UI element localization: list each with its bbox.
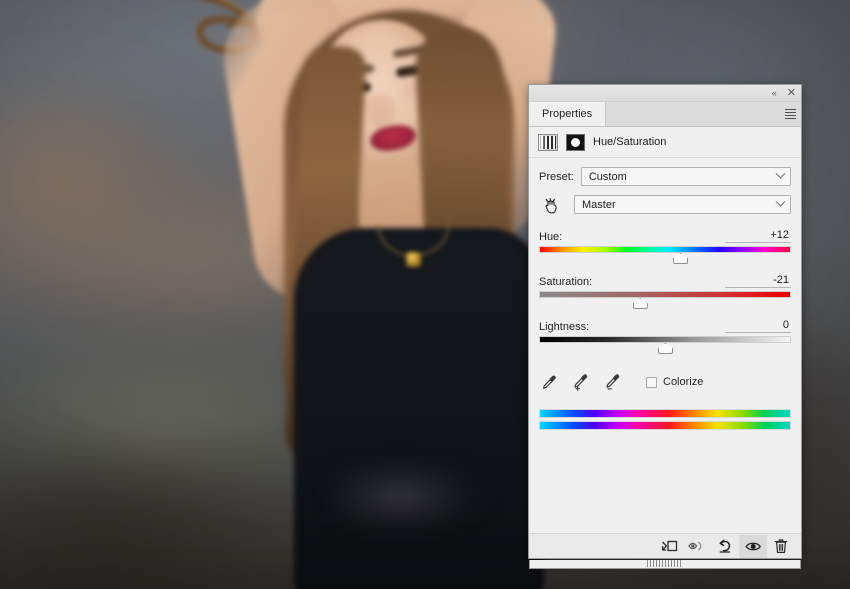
hue-slider-thumb[interactable] <box>673 253 688 264</box>
saturation-slider-group: Saturation: -21 <box>539 274 791 311</box>
lightness-slider-group: Lightness: 0 <box>539 319 791 356</box>
chevron-down-icon <box>776 168 786 178</box>
panel-titlebar[interactable]: « ✕ <box>529 85 801 102</box>
colorize-checkbox-row[interactable]: Colorize <box>646 376 703 388</box>
hue-range-bar-result[interactable] <box>539 421 791 430</box>
toggle-layer-visibility-button[interactable] <box>739 535 767 558</box>
reset-arrow-icon <box>717 539 733 554</box>
clip-to-layer-icon <box>661 539 678 554</box>
eyedropper-subtract-icon <box>604 373 623 392</box>
panel-tab-bar[interactable]: Properties <box>529 102 801 127</box>
channel-value: Master <box>582 199 616 211</box>
saturation-label: Saturation: <box>539 276 592 288</box>
on-image-adjustment-tool-button[interactable] <box>539 194 563 215</box>
channel-select[interactable]: Master <box>574 195 791 214</box>
on-image-adjustment-hand-icon <box>543 196 560 214</box>
saturation-slider-thumb[interactable] <box>633 298 648 309</box>
hamburger-menu-icon <box>785 107 796 121</box>
adjustment-title: Hue/Saturation <box>593 136 666 148</box>
hue-range-bars <box>539 409 791 430</box>
colorize-checkbox[interactable] <box>646 377 657 388</box>
clip-to-layer-button[interactable] <box>655 535 683 558</box>
colorize-label: Colorize <box>663 376 703 388</box>
eye-icon <box>745 540 762 553</box>
view-previous-state-button[interactable] <box>683 535 711 558</box>
hue-slider-group: Hue: +12 <box>539 229 791 266</box>
eyedropper-button[interactable] <box>539 372 560 392</box>
lightness-slider[interactable] <box>539 336 791 356</box>
saturation-value[interactable]: -21 <box>725 274 791 288</box>
chevron-down-icon <box>776 196 786 206</box>
saturation-gradient-track[interactable] <box>539 291 791 298</box>
lightness-slider-thumb[interactable] <box>658 343 673 354</box>
hue-gradient-track[interactable] <box>539 246 791 253</box>
hue-saturation-adjustment-icon[interactable] <box>538 134 558 151</box>
delete-adjustment-button[interactable] <box>767 535 795 558</box>
tab-properties[interactable]: Properties <box>529 102 606 126</box>
eyedropper-add-button[interactable] <box>571 372 592 392</box>
hue-value[interactable]: +12 <box>725 229 791 243</box>
panel-body: Preset: Custom Master <box>529 158 801 533</box>
view-previous-state-icon <box>688 539 707 553</box>
lightness-value[interactable]: 0 <box>725 319 791 333</box>
preset-select[interactable]: Custom <box>581 167 791 186</box>
tab-bar-filler <box>606 102 779 126</box>
properties-panel[interactable]: « ✕ Properties Hue/Saturation Preset: <box>528 84 802 559</box>
adjustment-header: Hue/Saturation <box>529 127 801 158</box>
trash-icon <box>774 538 788 554</box>
preset-label: Preset: <box>539 171 574 183</box>
lightness-label: Lightness: <box>539 321 589 333</box>
panel-resize-grip[interactable] <box>647 560 683 567</box>
tools-row: Colorize <box>539 372 791 392</box>
channel-row: Master <box>539 194 791 215</box>
reset-button[interactable] <box>711 535 739 558</box>
hue-range-bar-source[interactable] <box>539 409 791 418</box>
panel-footer <box>529 533 801 558</box>
close-panel-icon[interactable]: ✕ <box>787 88 796 99</box>
preset-row: Preset: Custom <box>539 167 791 186</box>
saturation-slider[interactable] <box>539 291 791 311</box>
eyedropper-icon <box>541 374 558 391</box>
panel-menu-button[interactable] <box>779 102 801 126</box>
preset-value: Custom <box>589 171 627 183</box>
tab-properties-label: Properties <box>542 108 592 120</box>
eyedropper-subtract-button[interactable] <box>603 372 624 392</box>
eyedropper-add-icon <box>572 373 591 392</box>
hue-label: Hue: <box>539 231 562 243</box>
hue-slider[interactable] <box>539 246 791 266</box>
layer-mask-thumbnail-icon[interactable] <box>566 134 585 151</box>
lightness-gradient-track[interactable] <box>539 336 791 343</box>
collapse-panel-icon[interactable]: « <box>772 89 777 98</box>
application-screen: « ✕ Properties Hue/Saturation Preset: <box>0 0 850 589</box>
